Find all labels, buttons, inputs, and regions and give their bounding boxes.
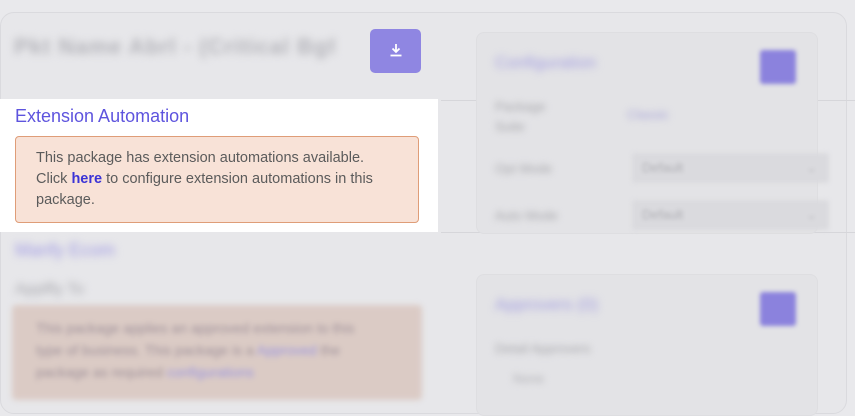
extension-automation-notice: This package has extension automations a… — [15, 136, 419, 223]
blurred-notice-text3: package as required — [36, 364, 167, 380]
chevron-down-icon: ⌄ — [806, 207, 817, 222]
detail-approvers-label: Detail Approvers — [495, 341, 591, 356]
approvers-title: Approvers (0) — [495, 295, 598, 314]
blurred-section-link[interactable]: Manfy Ecom — [15, 240, 115, 261]
blurred-notice-line3: package as required configurations — [36, 361, 398, 383]
package-suite-value: Classic — [627, 107, 669, 122]
approvers-action-button[interactable] — [760, 292, 796, 326]
configuration-title: Configuration — [495, 53, 597, 72]
blurred-notice-line2: type of business. This package is a Appr… — [36, 339, 398, 361]
chevron-down-icon: ⌄ — [806, 160, 817, 175]
download-button[interactable] — [370, 29, 421, 73]
approvers-card: Approvers (0) Detail Approvers None — [476, 274, 818, 416]
detail-approvers-value: None — [513, 371, 545, 386]
opt-mode-value: Default — [642, 160, 684, 175]
left-column: Pkt Name Abrl - (Critical Bgfrwd) Extens… — [0, 0, 440, 407]
blurred-notice: This package applies an approved extensi… — [12, 305, 422, 400]
auto-mode-select[interactable]: Default ⌄ — [632, 200, 829, 230]
opt-mode-select[interactable]: Default ⌄ — [632, 153, 829, 183]
auto-mode-value: Default — [642, 207, 684, 222]
blurred-notice-text2: the — [316, 342, 341, 358]
configuration-card: Configuration Package Suite Classic Opt … — [476, 32, 829, 234]
auto-mode-label: Auto Mode — [495, 208, 558, 223]
blurred-notice-line1: This package applies an approved extensi… — [36, 320, 355, 336]
package-suite-label: Package Suite — [495, 99, 546, 134]
blurred-section-label: Applfly To — [15, 281, 85, 298]
package-title: Pkt Name Abrl - (Critical Bgfrwd) — [14, 34, 334, 59]
configure-automations-link[interactable]: here — [71, 171, 102, 187]
blurred-notice-text: type of business. This package is a — [36, 342, 257, 358]
right-column: Configuration Package Suite Classic Opt … — [446, 0, 855, 416]
blurred-notice-link1[interactable]: Approved — [257, 342, 317, 358]
download-icon — [389, 43, 403, 60]
blurred-notice-link2[interactable]: configurations — [167, 364, 254, 380]
configuration-action-button[interactable] — [760, 50, 796, 84]
extension-automation-title: Extension Automation — [15, 106, 190, 126]
extension-automation-section: Extension Automation This package has ex… — [0, 99, 438, 232]
opt-mode-label: Opt Mode — [495, 161, 553, 176]
